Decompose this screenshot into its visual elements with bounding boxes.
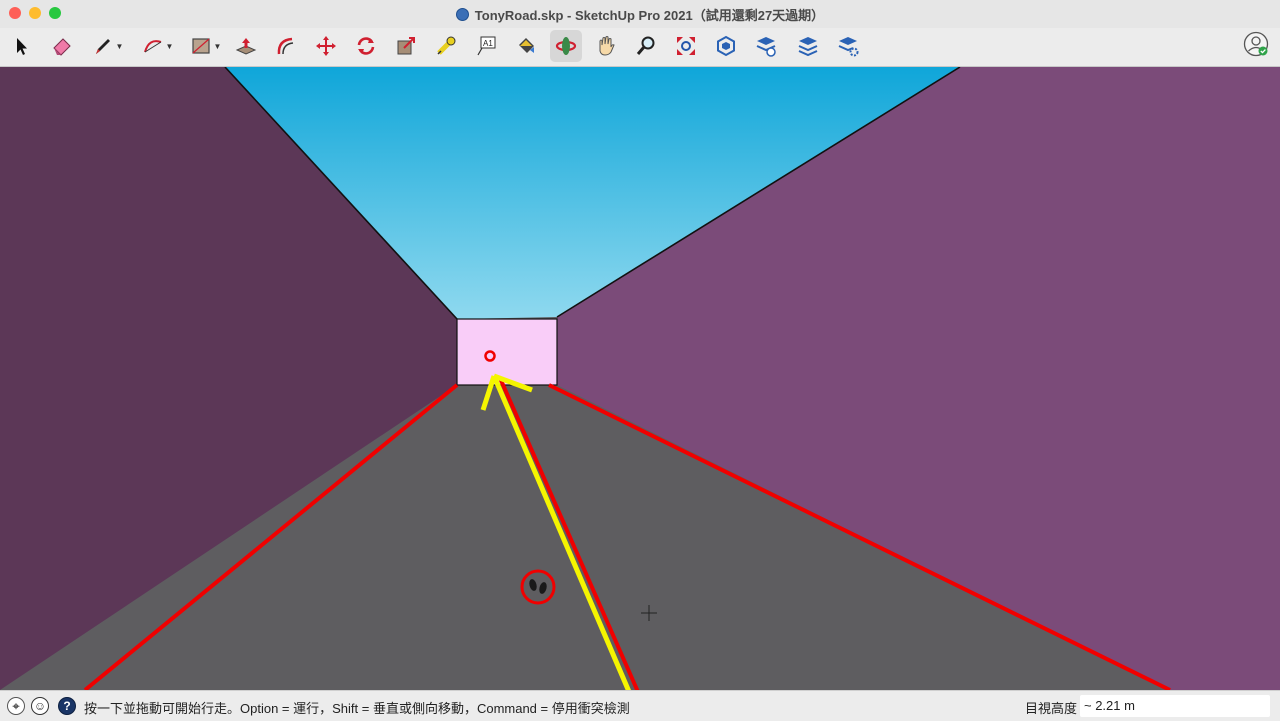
window-title: TonyRoad.skp - SketchUp Pro 2021（試用還剩27天… (474, 8, 825, 23)
eraser-icon (53, 38, 71, 56)
sketchup-document-icon (455, 8, 469, 21)
title-bar: TonyRoad.skp - SketchUp Pro 2021（試用還剩27天… (0, 0, 1280, 28)
move-tool-button[interactable] (310, 30, 342, 62)
line-tool-button[interactable]: ▼ (86, 30, 128, 62)
tape-measure-tool-button[interactable] (430, 30, 462, 62)
zoom-extents-icon (677, 37, 695, 55)
3d-warehouse-icon (717, 35, 735, 57)
paint-bucket-icon (519, 38, 534, 53)
magnifier-icon (636, 36, 655, 55)
text-icon: A1 (477, 36, 496, 56)
window-title-wrap: TonyRoad.skp - SketchUp Pro 2021（試用還剩27天… (0, 5, 1280, 24)
measurements-box[interactable]: ~ 2.21 m (1080, 695, 1270, 717)
zoom-extents-tool-button[interactable] (670, 30, 702, 62)
svg-text:A1: A1 (483, 39, 493, 48)
offset-icon (277, 37, 294, 55)
eraser-tool-button[interactable] (46, 30, 78, 62)
status-instruction: 按一下並拖動可開始行走。Option = 運行，Shift = 垂直或側向移動，… (84, 701, 630, 716)
scale-icon (397, 37, 415, 55)
status-bar: ⌖ ☺ ? 按一下並拖動可開始行走。Option = 運行，Shift = 垂直… (0, 690, 1280, 721)
scale-tool-button[interactable] (390, 30, 422, 62)
user-account-icon[interactable] (1243, 31, 1269, 57)
move-arrows-icon (316, 36, 336, 56)
eye-height-value: ~ 2.21 m (1084, 698, 1135, 713)
orbit-tool-button[interactable] (550, 30, 582, 62)
chevron-down-icon: ▼ (165, 41, 174, 51)
model-viewport[interactable] (0, 67, 1280, 690)
layout-tool-button[interactable] (792, 30, 824, 62)
layout-send-icon (798, 37, 818, 57)
chevron-down-icon: ▼ (213, 41, 222, 51)
arc-icon (143, 40, 161, 53)
rotate-icon (357, 37, 375, 55)
orbit-icon (555, 37, 577, 55)
paint-bucket-tool-button[interactable] (510, 30, 542, 62)
rectangle-tool-button[interactable]: ▼ (184, 30, 226, 62)
rectangle-icon (191, 38, 210, 54)
eye-height-label: 目視高度 (1025, 701, 1078, 716)
zoom-tool-button[interactable] (630, 30, 662, 62)
geo-location-icon[interactable]: ⌖ (7, 697, 25, 715)
push-pull-icon (235, 38, 257, 55)
credits-person-icon[interactable]: ☺ (31, 697, 49, 715)
push-pull-tool-button[interactable] (230, 30, 262, 62)
pan-tool-button[interactable] (590, 30, 622, 62)
toolbar: ▼ ▼ ▼ A1 (0, 28, 1280, 67)
far-end-face (456, 318, 558, 386)
hand-icon (599, 36, 615, 56)
chevron-down-icon: ▼ (115, 41, 124, 51)
arrow-cursor-icon (17, 38, 27, 55)
extension-warehouse-icon (756, 37, 776, 57)
pencil-icon (95, 39, 110, 54)
select-tool-button[interactable] (6, 30, 38, 62)
text-tool-button[interactable]: A1 (470, 30, 502, 62)
viewport-canvas (0, 67, 1280, 690)
rotate-tool-button[interactable] (350, 30, 382, 62)
arc-tool-button[interactable]: ▼ (136, 30, 178, 62)
offset-tool-button[interactable] (270, 30, 302, 62)
extension-manager-icon (838, 37, 859, 57)
extension-manager-tool-button[interactable] (832, 30, 864, 62)
warehouse-tool-button[interactable] (710, 30, 742, 62)
tape-measure-icon (437, 36, 456, 55)
extension-warehouse-tool-button[interactable] (750, 30, 782, 62)
help-icon[interactable]: ? (58, 697, 76, 715)
